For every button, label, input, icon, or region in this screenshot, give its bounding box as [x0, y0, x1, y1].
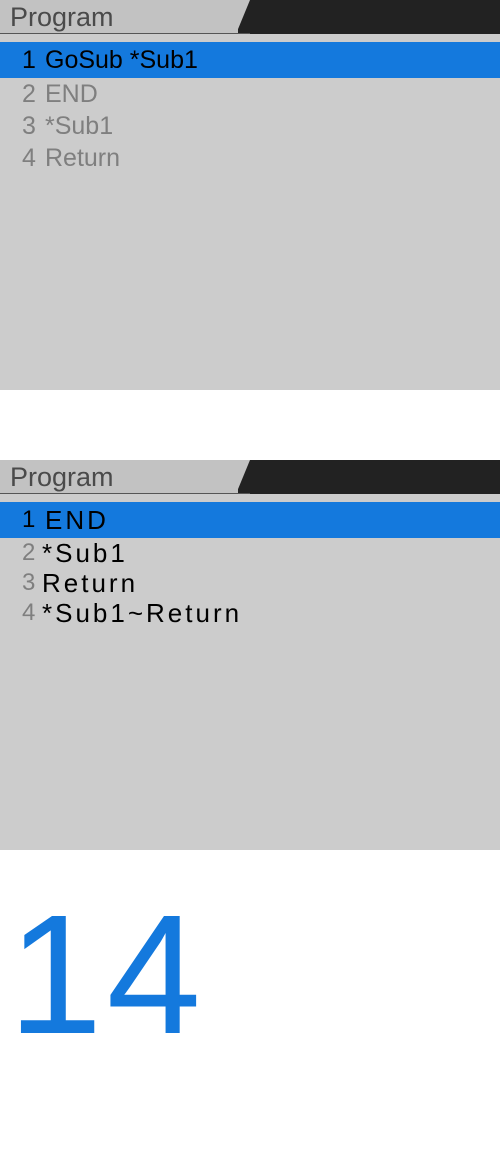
line-code: *Sub1~Return — [42, 598, 243, 628]
program-tab-label: Program — [10, 2, 114, 32]
program-line[interactable]: 2 END — [0, 78, 500, 110]
line-code: *Sub1 — [45, 112, 114, 140]
program-tab-label: Program — [10, 462, 114, 492]
tab-slant-shape — [236, 460, 250, 494]
line-number: 3 — [22, 112, 36, 140]
program-panel-before: Program 1 GoSub *Sub1 2 END 3 *Sub1 4 Re… — [0, 0, 500, 390]
program-line-list: 1 END 2 *Sub1 3 Return 4 *Sub1~Return — [0, 502, 500, 628]
line-number: 2 — [22, 539, 36, 566]
line-code: GoSub *Sub1 — [45, 46, 198, 74]
program-line[interactable]: 3 Return — [0, 568, 500, 598]
line-code: END — [45, 505, 109, 535]
line-code: END — [45, 80, 98, 108]
page-number: 14 — [8, 880, 206, 1070]
program-tab[interactable]: Program — [0, 460, 238, 494]
line-number: 3 — [22, 569, 36, 596]
line-code: Return — [45, 144, 121, 172]
program-line[interactable]: 4 Return — [0, 142, 500, 174]
program-line[interactable]: 4 *Sub1~Return — [0, 598, 500, 628]
line-number: 1 — [22, 506, 36, 533]
panel-titlebar: Program — [0, 0, 500, 34]
program-line-selected[interactable]: 1 GoSub *Sub1 — [0, 42, 500, 78]
title-divider — [0, 33, 250, 34]
program-panel-after: Program 1 END 2 *Sub1 3 Return 4 *Sub1~R… — [0, 460, 500, 850]
program-line[interactable]: 3 *Sub1 — [0, 110, 500, 142]
tab-slant-shape — [236, 0, 250, 34]
line-number: 4 — [22, 599, 36, 626]
line-code: *Sub1 — [42, 538, 128, 568]
program-line-list: 1 GoSub *Sub1 2 END 3 *Sub1 4 Return — [0, 42, 500, 174]
program-tab[interactable]: Program — [0, 0, 238, 34]
line-code: Return — [42, 568, 139, 598]
line-number: 1 — [22, 46, 36, 74]
program-line[interactable]: 2 *Sub1 — [0, 538, 500, 568]
title-divider — [0, 493, 250, 494]
program-line-selected[interactable]: 1 END — [0, 502, 500, 538]
line-number: 4 — [22, 144, 36, 172]
panel-titlebar: Program — [0, 460, 500, 494]
line-number: 2 — [22, 80, 36, 108]
